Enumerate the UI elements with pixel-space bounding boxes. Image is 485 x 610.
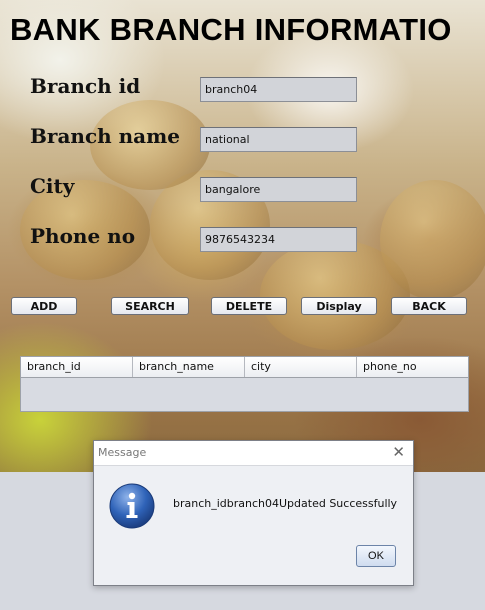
city-field[interactable] xyxy=(200,177,357,202)
table-header: branch_id branch_name city phone_no xyxy=(21,357,468,378)
dialog-message: branch_idbranch04Updated Successfully xyxy=(173,497,398,510)
branch-table[interactable]: branch_id branch_name city phone_no xyxy=(20,356,469,412)
branch-name-label: Branch name xyxy=(30,124,181,148)
message-dialog: Message ✕ branch_idbranch04Updated Succe… xyxy=(93,440,414,586)
close-icon[interactable]: ✕ xyxy=(392,444,405,460)
city-label: City xyxy=(30,174,75,198)
information-icon xyxy=(109,483,155,529)
phone-no-label: Phone no xyxy=(30,224,136,248)
branch-id-label: Branch id xyxy=(30,74,141,98)
column-header-phone-no[interactable]: phone_no xyxy=(357,357,468,377)
search-button[interactable]: SEARCH xyxy=(111,297,189,315)
coin-shape xyxy=(380,180,485,300)
column-header-branch-name[interactable]: branch_name xyxy=(133,357,245,377)
branch-name-field[interactable] xyxy=(200,127,357,152)
ok-button[interactable]: OK xyxy=(356,545,396,567)
display-button[interactable]: Display xyxy=(301,297,377,315)
dialog-title: Message xyxy=(98,446,147,459)
back-button[interactable]: BACK xyxy=(391,297,467,315)
page-title: BANK BRANCH INFORMATIO xyxy=(10,12,452,47)
add-button[interactable]: ADD xyxy=(11,297,77,315)
column-header-branch-id[interactable]: branch_id xyxy=(21,357,133,377)
column-header-city[interactable]: city xyxy=(245,357,357,377)
delete-button[interactable]: DELETE xyxy=(211,297,287,315)
phone-no-field[interactable] xyxy=(200,227,357,252)
dialog-titlebar[interactable]: Message ✕ xyxy=(94,441,413,466)
branch-id-field[interactable] xyxy=(200,77,357,102)
